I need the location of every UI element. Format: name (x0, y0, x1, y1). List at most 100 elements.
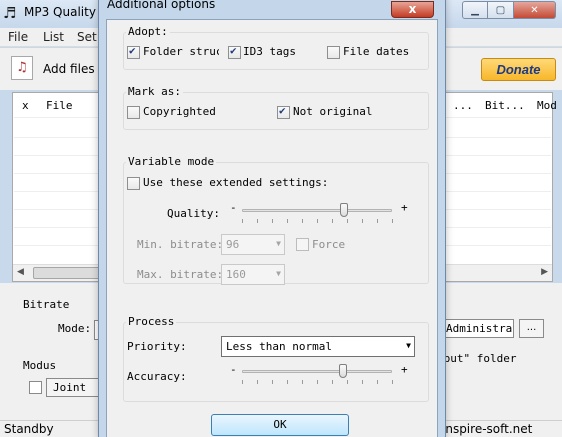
chevron-down-icon: ▼ (276, 239, 281, 248)
column-header-mode[interactable]: Mod (537, 99, 557, 112)
status-text: Standby (4, 422, 54, 436)
scroll-left-icon[interactable]: ◀ (17, 267, 24, 277)
variable-mode-group: Variable mode Use these extended setting… (123, 155, 429, 285)
priority-select[interactable]: Less than normal ▼ (221, 336, 415, 357)
slider-tick (347, 219, 348, 223)
column-header-bitrate[interactable]: Bit... (485, 99, 525, 112)
modus-group-label: Modus (23, 359, 57, 372)
accuracy-label: Accuracy: (127, 370, 187, 383)
slider-tick (242, 219, 243, 223)
accuracy-slider[interactable] (242, 370, 392, 373)
dialog-close-button[interactable]: x (391, 1, 434, 18)
slider-tick (362, 219, 363, 223)
column-header-remove[interactable]: x (22, 99, 29, 112)
mark-as-group: Mark as: Copyrighted Not original (123, 85, 429, 130)
slider-tick (332, 219, 333, 223)
copyrighted-checkbox[interactable] (127, 106, 140, 119)
window-controls: ▁ ▢ ✕ (462, 1, 556, 19)
additional-options-dialog: Additional options x Adopt: Folder struc… (98, 0, 446, 437)
file-dates-checkbox[interactable] (327, 46, 340, 59)
adopt-group: Adopt: Folder struc ID3 tags File dates (123, 25, 429, 70)
max-bitrate-value: 160 (226, 268, 246, 281)
main-close-button[interactable]: ✕ (514, 1, 556, 19)
bitrate-group-label: Bitrate (23, 298, 70, 311)
slider-tick (377, 380, 378, 384)
mode-label: Mode: (58, 322, 92, 335)
slider-tick (392, 219, 393, 223)
quality-minus-label: - (230, 201, 237, 214)
modus-checkbox[interactable] (29, 381, 42, 394)
priority-label: Priority: (127, 340, 187, 353)
chevron-down-icon: ▼ (406, 341, 411, 350)
max-bitrate-label: Max. bitrate: (137, 268, 224, 281)
slider-tick (287, 380, 288, 384)
slider-tick (392, 380, 393, 384)
process-group: Process Priority: Less than normal ▼ Acc… (123, 315, 429, 402)
browse-button[interactable]: ... (519, 319, 544, 338)
min-bitrate-label: Min. bitrate: (137, 238, 224, 251)
force-label[interactable]: Force (312, 238, 345, 251)
ok-button[interactable]: OK (211, 414, 349, 436)
dialog-title: Additional options (107, 0, 216, 11)
menu-file[interactable]: File (8, 30, 28, 44)
menu-settings[interactable]: Set (77, 30, 97, 44)
menu-list[interactable]: List (43, 30, 64, 44)
max-bitrate-select[interactable]: 160 ▼ (221, 264, 285, 285)
slider-tick (317, 380, 318, 384)
min-bitrate-select[interactable]: 96 ▼ (221, 234, 285, 255)
accuracy-plus-label: + (401, 363, 408, 376)
accuracy-slider-thumb[interactable] (338, 364, 347, 378)
slider-tick (317, 219, 318, 223)
not-original-label[interactable]: Not original (293, 105, 372, 118)
column-header-ellipsis[interactable]: ... (453, 99, 473, 112)
add-files-button[interactable]: Add files (43, 62, 95, 76)
output-folder-label: tput" folder (437, 352, 517, 365)
file-dates-label[interactable]: File dates (343, 45, 409, 58)
slider-tick (257, 219, 258, 223)
slider-tick (242, 380, 243, 384)
use-extended-checkbox[interactable] (127, 177, 140, 190)
slider-tick (302, 219, 303, 223)
scroll-right-icon[interactable]: ▶ (541, 267, 548, 277)
copyrighted-label[interactable]: Copyrighted (143, 105, 216, 118)
mark-as-legend: Mark as: (126, 85, 183, 98)
main-window-title: MP3 Quality (24, 5, 96, 19)
slider-tick (302, 380, 303, 384)
quality-slider[interactable] (242, 209, 392, 212)
dialog-content: Adopt: Folder struc ID3 tags File dates … (106, 19, 438, 437)
accuracy-minus-label: - (230, 363, 237, 376)
add-files-icon[interactable]: ♫ (11, 56, 33, 80)
slider-tick (272, 219, 273, 223)
adopt-legend: Adopt: (126, 25, 170, 38)
id3-tags-checkbox[interactable] (228, 44, 241, 59)
quality-plus-label: + (401, 201, 408, 214)
music-note-icon: ♬ (3, 4, 17, 22)
website-link[interactable]: inspire-soft.net (442, 422, 532, 436)
force-checkbox[interactable] (296, 238, 309, 251)
maximize-button[interactable]: ▢ (488, 1, 514, 19)
donate-button[interactable]: Donate (481, 58, 556, 81)
slider-tick (377, 219, 378, 223)
slider-tick (287, 219, 288, 223)
column-header-file[interactable]: File (46, 99, 73, 112)
use-extended-label[interactable]: Use these extended settings: (143, 176, 328, 189)
joint-stereo-button[interactable]: Joint St (46, 378, 106, 397)
slider-tick (332, 380, 333, 384)
variable-mode-legend: Variable mode (126, 155, 217, 168)
process-legend: Process (126, 315, 177, 328)
output-path-field[interactable]: Administrat (442, 319, 514, 338)
quality-label: Quality: (167, 207, 220, 220)
id3-tags-label[interactable]: ID3 tags (243, 45, 296, 58)
not-original-checkbox[interactable] (277, 104, 290, 119)
folder-structure-label[interactable]: Folder struc (143, 45, 219, 58)
quality-slider-thumb[interactable] (340, 203, 348, 217)
chevron-down-icon: ▼ (276, 269, 281, 278)
priority-value: Less than normal (226, 340, 332, 353)
slider-tick (347, 380, 348, 384)
min-bitrate-value: 96 (226, 238, 240, 251)
folder-structure-checkbox[interactable] (127, 44, 140, 59)
slider-tick (257, 380, 258, 384)
minimize-button[interactable]: ▁ (462, 1, 488, 19)
slider-tick (272, 380, 273, 384)
slider-tick (362, 380, 363, 384)
